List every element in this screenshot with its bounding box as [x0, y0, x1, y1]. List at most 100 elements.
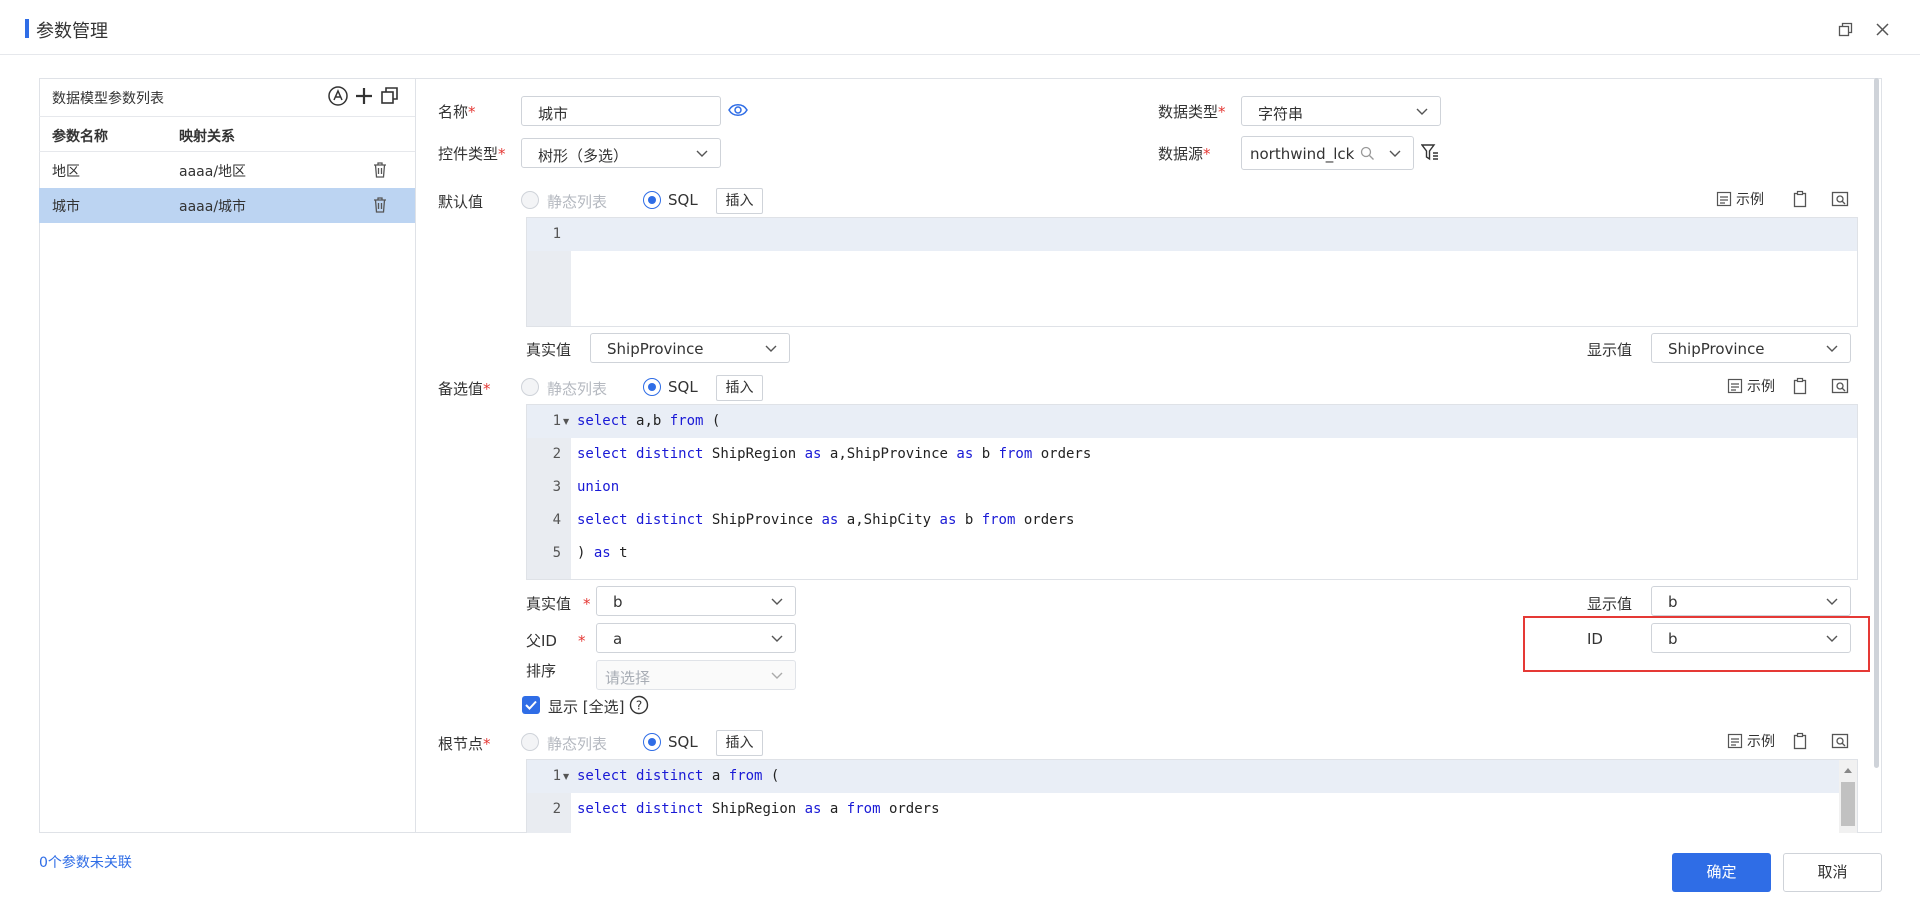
datasource-label: 数据源* — [1158, 145, 1211, 163]
preview-icon[interactable] — [1831, 190, 1849, 208]
parameter-mapping: aaaa/地区 — [179, 164, 247, 180]
chevron-down-icon — [1416, 108, 1428, 115]
radio-static-list-label: 静态列表 — [547, 735, 608, 753]
active-line — [527, 218, 1857, 251]
default-label: 默认值 — [438, 193, 484, 211]
parameter-list-title: 数据模型参数列表 — [52, 91, 164, 107]
checkmark-icon — [525, 700, 537, 710]
code-line: select distinct ShipProvince as a,ShipCi… — [577, 512, 1075, 528]
chevron-down-icon — [1389, 150, 1401, 157]
default-mode-radio-group: 静态列表 SQL 插入 — [521, 186, 781, 214]
data-type-select[interactable]: 字符串 — [1241, 96, 1441, 126]
list-icon — [1727, 378, 1743, 394]
copy-icon[interactable] — [379, 85, 401, 107]
line-number: 1 — [552, 768, 561, 784]
chevron-down-icon — [1826, 598, 1838, 605]
radio-sql-label: SQL — [668, 378, 698, 396]
trash-icon[interactable] — [372, 161, 388, 179]
chevron-down-icon — [765, 345, 777, 352]
eye-icon[interactable] — [728, 102, 748, 118]
insert-button[interactable]: 插入 — [716, 730, 763, 756]
control-type-select[interactable]: 树形（多选） — [521, 138, 721, 168]
radio-sql[interactable] — [643, 733, 661, 751]
example-link[interactable]: 示例 — [1736, 189, 1764, 209]
preview-icon[interactable] — [1831, 377, 1849, 395]
candidate-real-value-select[interactable]: b — [596, 586, 796, 616]
radio-sql-label: SQL — [668, 191, 698, 209]
parameter-mapping: aaaa/城市 — [179, 199, 247, 215]
highlight-annotation — [1523, 616, 1870, 672]
sort-select[interactable]: 请选择 — [596, 660, 796, 690]
name-input[interactable]: 城市 — [521, 96, 721, 126]
parameter-row[interactable]: 城市 aaaa/城市 — [39, 188, 415, 223]
search-icon[interactable] — [1360, 146, 1375, 161]
fold-arrow-icon[interactable]: ▼ — [563, 772, 569, 781]
radio-static-list-label: 静态列表 — [547, 380, 608, 398]
radio-sql[interactable] — [643, 378, 661, 396]
active-line — [527, 405, 1857, 438]
radio-sql[interactable] — [643, 191, 661, 209]
code-line: select a,b from ( — [577, 413, 721, 429]
show-all-label: 显示 [全选] — [548, 698, 625, 716]
parent-id-select[interactable]: a — [596, 623, 796, 653]
radio-static-list[interactable] — [521, 733, 539, 751]
default-real-value-select[interactable]: ShipProvince — [590, 333, 790, 363]
example-link[interactable]: 示例 — [1747, 731, 1775, 751]
filter-icon[interactable] — [1421, 143, 1439, 163]
insert-button[interactable]: 插入 — [716, 188, 763, 214]
help-icon[interactable]: ? — [629, 695, 649, 715]
editor-scroll-thumb[interactable] — [1841, 782, 1855, 826]
list-icon — [1716, 191, 1732, 207]
default-real-label: 真实值 — [526, 341, 572, 359]
sort-label: 排序 — [526, 662, 557, 680]
parent-id-label: 父ID * — [526, 632, 586, 650]
radio-static-list-label: 静态列表 — [547, 193, 608, 211]
line-number: 5 — [552, 545, 561, 561]
parameter-list-panel: 数据模型参数列表 参数名称 映射关系 地区 aaaa/地区 城市 aaaa/城市 — [39, 78, 416, 833]
restore-window-icon[interactable] — [1838, 22, 1853, 37]
default-display-label: 显示值 — [1587, 341, 1633, 359]
chevron-down-icon — [696, 150, 708, 157]
fold-arrow-icon[interactable]: ▼ — [563, 417, 569, 426]
confirm-button[interactable]: 确定 — [1672, 853, 1771, 892]
chevron-down-icon — [771, 672, 783, 679]
chevron-down-icon — [1826, 345, 1838, 352]
preview-icon[interactable] — [1831, 732, 1849, 750]
insert-button[interactable]: 插入 — [716, 375, 763, 401]
default-display-value-select[interactable]: ShipProvince — [1651, 333, 1851, 363]
main-scrollbar-thumb[interactable] — [1874, 78, 1879, 768]
chevron-down-icon — [771, 598, 783, 605]
candidate-real-label: 真实值 * — [526, 595, 591, 613]
chevron-down-icon — [771, 635, 783, 642]
candidate-editor-tools: 示例 — [1725, 374, 1875, 398]
example-link[interactable]: 示例 — [1747, 376, 1775, 396]
code-line: select distinct ShipRegion as a,ShipProv… — [577, 446, 1092, 462]
cancel-button[interactable]: 取消 — [1783, 853, 1882, 892]
default-sql-editor[interactable]: 1 — [526, 217, 1858, 327]
auto-map-icon[interactable] — [327, 85, 349, 107]
list-icon — [1727, 733, 1743, 749]
unlinked-params-link[interactable]: 0个参数未关联 — [39, 852, 132, 872]
scroll-up-icon[interactable] — [1843, 766, 1853, 774]
show-all-checkbox[interactable] — [522, 696, 540, 714]
title-accent-bar — [25, 19, 29, 38]
datasource-select[interactable]: northwind_lck — [1241, 136, 1414, 170]
column-param-name: 参数名称 — [52, 129, 108, 145]
dialog-header: 参数管理 — [0, 0, 1920, 55]
clipboard-icon[interactable] — [1791, 377, 1809, 395]
editor-scrollbar[interactable] — [1839, 760, 1857, 833]
candidate-display-value-select[interactable]: b — [1651, 586, 1851, 616]
radio-static-list[interactable] — [521, 378, 539, 396]
add-icon[interactable] — [353, 85, 375, 107]
clipboard-icon[interactable] — [1791, 190, 1809, 208]
name-label: 名称* — [438, 103, 476, 121]
clipboard-icon[interactable] — [1791, 732, 1809, 750]
line-number: 1 — [552, 413, 561, 429]
parameter-row[interactable]: 地区 aaaa/地区 — [39, 153, 415, 188]
radio-static-list[interactable] — [521, 191, 539, 209]
candidate-sql-editor[interactable]: 1 ▼ 2 3 4 5 select a,b from ( select dis… — [526, 404, 1858, 580]
close-icon[interactable] — [1875, 22, 1890, 37]
trash-icon[interactable] — [372, 196, 388, 214]
root-sql-editor[interactable]: 1 ▼ 2 select distinct a from ( select di… — [526, 759, 1858, 833]
dialog-title: 参数管理 — [36, 21, 108, 42]
